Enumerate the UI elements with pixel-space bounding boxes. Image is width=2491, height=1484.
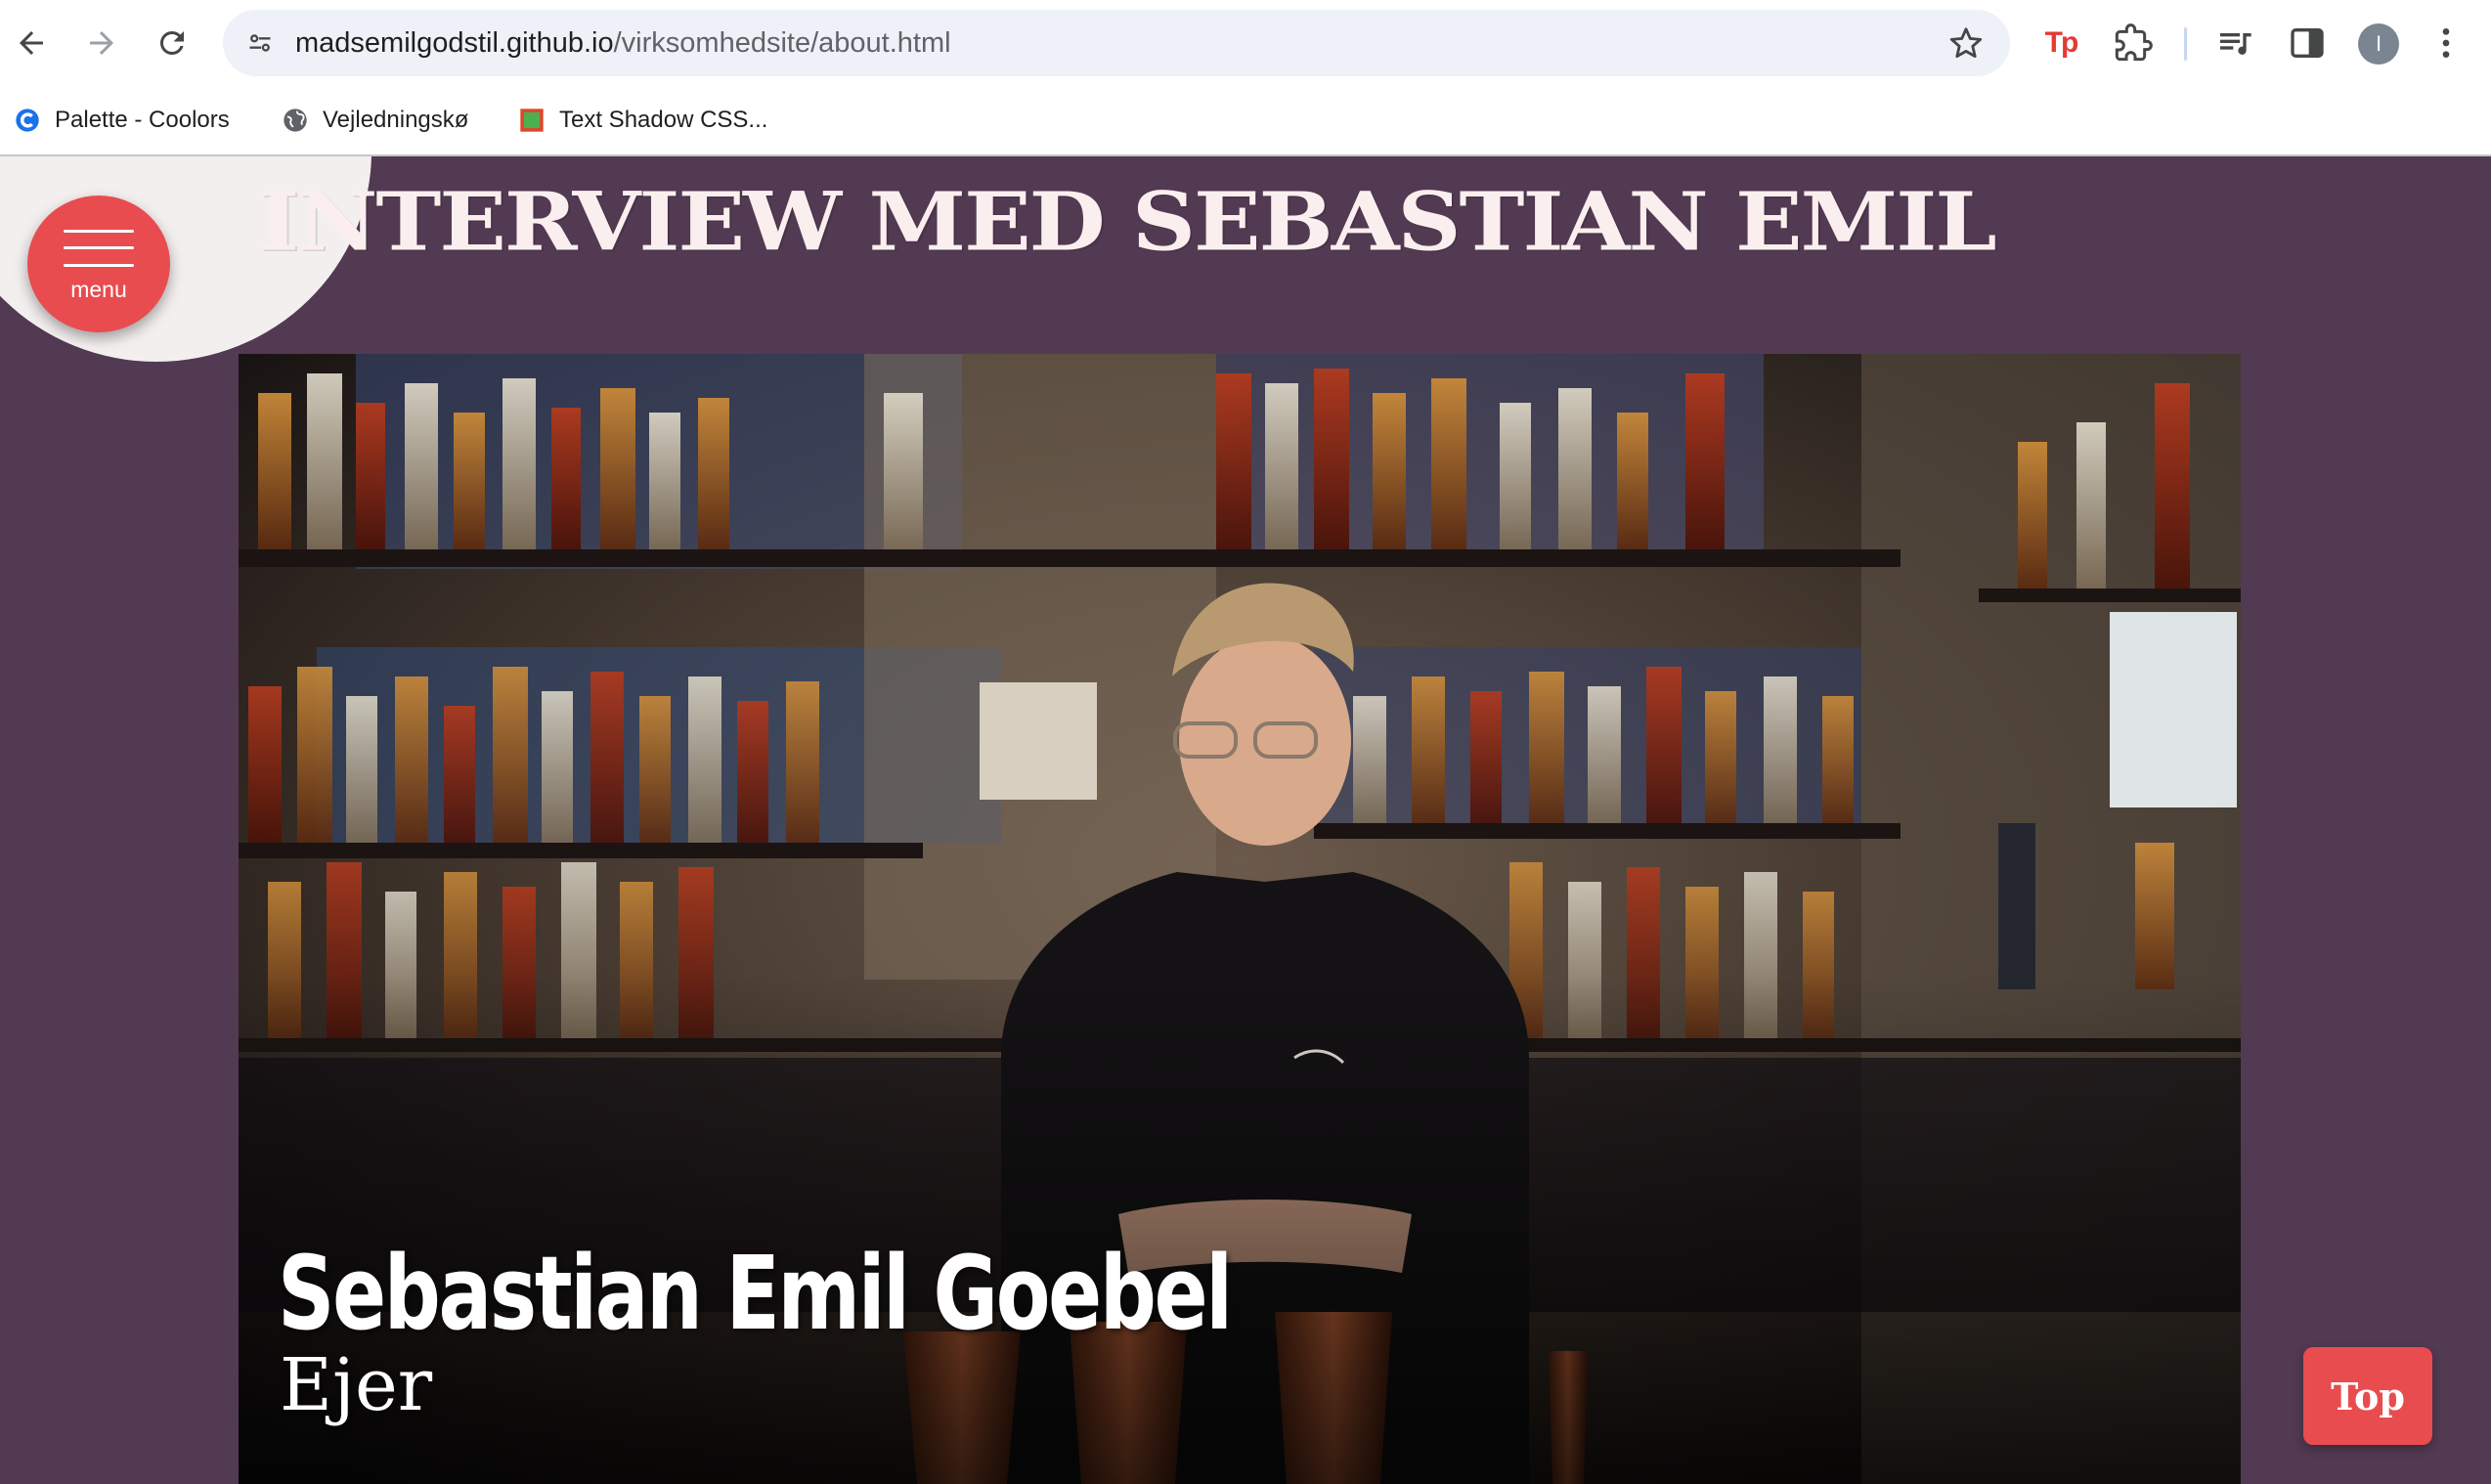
person-role-caption: Ejer	[280, 1343, 433, 1427]
side-panel-icon[interactable]	[2284, 20, 2331, 66]
url-host: madsemilgodstil.github.io	[295, 27, 614, 59]
menu-label: menu	[70, 276, 127, 302]
forward-button[interactable]	[74, 16, 129, 70]
bookmark-label: Palette - Coolors	[55, 107, 230, 133]
tp-extension-icon[interactable]: Tp	[2037, 20, 2084, 66]
bookmark-label: Text Shadow CSS...	[559, 107, 768, 133]
interview-video[interactable]: Sebastian Emil Goebel Ejer	[239, 354, 2241, 1484]
reload-icon	[159, 30, 184, 55]
back-to-top-button[interactable]: Top	[2303, 1347, 2432, 1445]
bookmarks-bar: Palette - Coolors Vejledningskø Text Sha…	[0, 86, 2491, 156]
bookmark-vejledningsko[interactable]: Vejledningskø	[282, 86, 468, 154]
globe-icon	[282, 107, 309, 134]
address-bar[interactable]: madsemilgodstil.github.io/virksomhedsite…	[223, 10, 2010, 76]
bookmark-text-shadow-css[interactable]: Text Shadow CSS...	[518, 86, 767, 154]
site-info-icon[interactable]	[240, 23, 280, 63]
page-title: INTERVIEW MED SEBASTIAN EMIL	[258, 174, 1997, 270]
coolors-icon	[14, 107, 41, 134]
url-path: /virksomhedsite/about.html	[613, 27, 951, 59]
bookmark-palette-coolors[interactable]: Palette - Coolors	[14, 86, 230, 154]
back-button[interactable]	[4, 16, 59, 70]
page-viewport: menu INTERVIEW MED SEBASTIAN EMIL Sebast…	[0, 156, 2491, 1484]
puzzle-icon[interactable]	[2110, 20, 2157, 66]
profile-avatar[interactable]: I	[2358, 23, 2399, 65]
person-name-caption: Sebastian Emil Goebel	[278, 1234, 1233, 1353]
bookmark-star-icon[interactable]	[1947, 24, 1985, 62]
text-shadow-icon	[518, 107, 546, 134]
bookmark-label: Vejledningskø	[323, 107, 469, 133]
back-arrow-icon	[20, 31, 43, 55]
toolbar-separator	[2184, 27, 2187, 61]
reload-button[interactable]	[145, 16, 199, 70]
menu-button[interactable]: menu	[27, 196, 170, 332]
more-options-icon[interactable]	[2423, 20, 2469, 66]
forward-arrow-icon	[90, 31, 113, 55]
url-text[interactable]: madsemilgodstil.github.io/virksomhedsite…	[295, 10, 951, 76]
media-queue-icon[interactable]	[2211, 20, 2258, 66]
browser-toolbar: madsemilgodstil.github.io/virksomhedsite…	[0, 0, 2491, 86]
hamburger-icon	[64, 229, 134, 267]
